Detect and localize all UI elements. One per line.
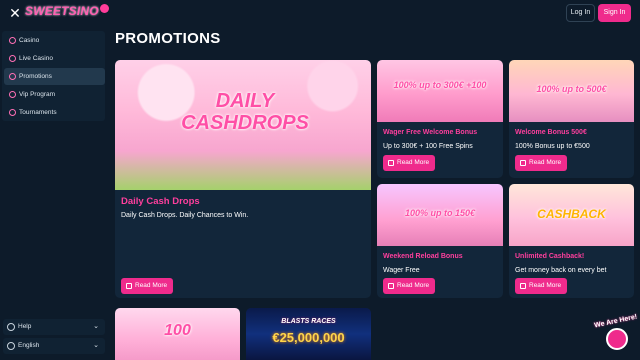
promo-title: Welcome Bonus 500€ [515,129,587,136]
sidebar-item-promotions[interactable]: Promotions [4,68,105,85]
help-label: Help [18,323,32,330]
help-icon [7,323,15,331]
promo-description: Wager Free [383,267,420,274]
sidebar-item-tournaments[interactable]: Tournaments [4,104,105,121]
banner-title: CASHBACK [537,207,606,221]
banner-title: 100 [164,322,191,339]
language-label: English [18,342,40,349]
banner-title: 100% up to 500€ [536,84,607,94]
promo-banner-image: 100 [115,308,240,360]
promo-banner-image: BLASTS RACES €25,000,000 [246,308,371,360]
promo-banner-image: 100% up to 500€ [509,60,634,122]
promo-description: Daily Cash Drops. Daily Chances to Win. [121,212,249,219]
promo-title: Unlimited Cashback! [515,253,585,260]
promo-title: Wager Free Welcome Bonus [383,129,478,136]
read-more-button[interactable]: Read More [121,278,174,294]
read-more-label: Read More [397,282,430,289]
read-more-label: Read More [529,282,562,289]
promo-banner-image: DAILY CASHDROPS [115,60,371,190]
signup-button[interactable]: Sign In [598,4,631,22]
read-more-label: Read More [135,282,168,289]
globe-icon [7,342,15,350]
chevron-down-icon: ⌄ [93,323,99,330]
sidebar-item-vip-program[interactable]: Vip Program [4,86,105,103]
language-selector[interactable]: English ⌄ [3,338,105,354]
promo-description: Get money back on every bet [515,267,607,274]
read-more-label: Read More [529,159,562,166]
sidebar-nav: Casino Live Casino Promotions Vip Progra… [2,31,105,121]
sidebar-item-label: Tournaments [19,109,57,116]
read-more-label: Read More [397,159,430,166]
read-more-button[interactable]: Read More [515,278,568,294]
help-menu[interactable]: Help ⌄ [3,319,105,335]
logo-cupcake-icon [99,4,109,13]
sidebar: Casino Live Casino Promotions Vip Progra… [0,28,105,360]
top-bar: ✕ SWEETSINO Log In Sign In [0,0,640,28]
sidebar-item-casino[interactable]: Casino [4,32,105,49]
casino-icon [9,37,16,44]
promo-card-blasts-races[interactable]: BLASTS RACES €25,000,000 [246,308,371,360]
promo-banner-image: CASHBACK [509,184,634,246]
read-more-button[interactable]: Read More [383,278,436,294]
chevron-down-icon: ⌄ [93,342,99,349]
banner-prize: €25,000,000 [272,330,345,345]
promotions-icon [9,73,16,80]
close-icon[interactable]: ✕ [8,6,22,20]
banner-title: DAILY CASHDROPS [181,90,309,134]
gift-icon [520,283,526,289]
gift-icon [388,160,394,166]
read-more-button[interactable]: Read More [515,155,568,171]
live-casino-icon [9,55,16,62]
gift-icon [126,283,132,289]
sidebar-item-label: Promotions [19,73,52,80]
promo-title: Weekend Reload Bonus [383,253,463,260]
banner-title: 100% up to 300€ +100 [393,80,487,90]
gift-icon [388,283,394,289]
banner-title: BLASTS RACES [281,318,336,325]
login-button[interactable]: Log In [566,4,595,22]
logo[interactable]: SWEETSINO [25,4,109,22]
promo-card-sweet-spins[interactable]: 100 [115,308,240,360]
support-chat-badge[interactable]: We Are Here! [586,314,640,360]
promo-card-unlimited-cashback[interactable]: CASHBACK Unlimited Cashback! Get money b… [509,184,634,298]
promo-title: Daily Cash Drops [121,196,200,207]
promo-description: 100% Bonus up to €500 [515,143,590,150]
chat-bubble-icon [606,328,628,350]
trophy-icon [9,109,16,116]
promo-banner-image: 100% up to 150€ [377,184,503,246]
promo-card-daily-cash-drops[interactable]: DAILY CASHDROPS Daily Cash Drops Daily C… [115,60,371,298]
promo-card-wager-free-welcome-bonus[interactable]: 100% up to 300€ +100 Wager Free Welcome … [377,60,503,178]
sidebar-item-live-casino[interactable]: Live Casino [4,50,105,67]
sidebar-item-label: Vip Program [19,91,56,98]
vip-icon [9,91,16,98]
read-more-button[interactable]: Read More [383,155,436,171]
promo-card-welcome-bonus-500[interactable]: 100% up to 500€ Welcome Bonus 500€ 100% … [509,60,634,178]
banner-title: 100% up to 150€ [404,208,476,218]
promo-description: Up to 300€ + 100 Free Spins [383,143,473,150]
logo-text: SWEETSINO [25,4,99,18]
page-title: PROMOTIONS [115,30,221,47]
sidebar-item-label: Live Casino [19,55,53,62]
gift-icon [520,160,526,166]
sidebar-item-label: Casino [19,37,40,44]
promo-banner-image: 100% up to 300€ +100 [377,60,503,122]
promo-card-weekend-reload-bonus[interactable]: 100% up to 150€ Weekend Reload Bonus Wag… [377,184,503,298]
